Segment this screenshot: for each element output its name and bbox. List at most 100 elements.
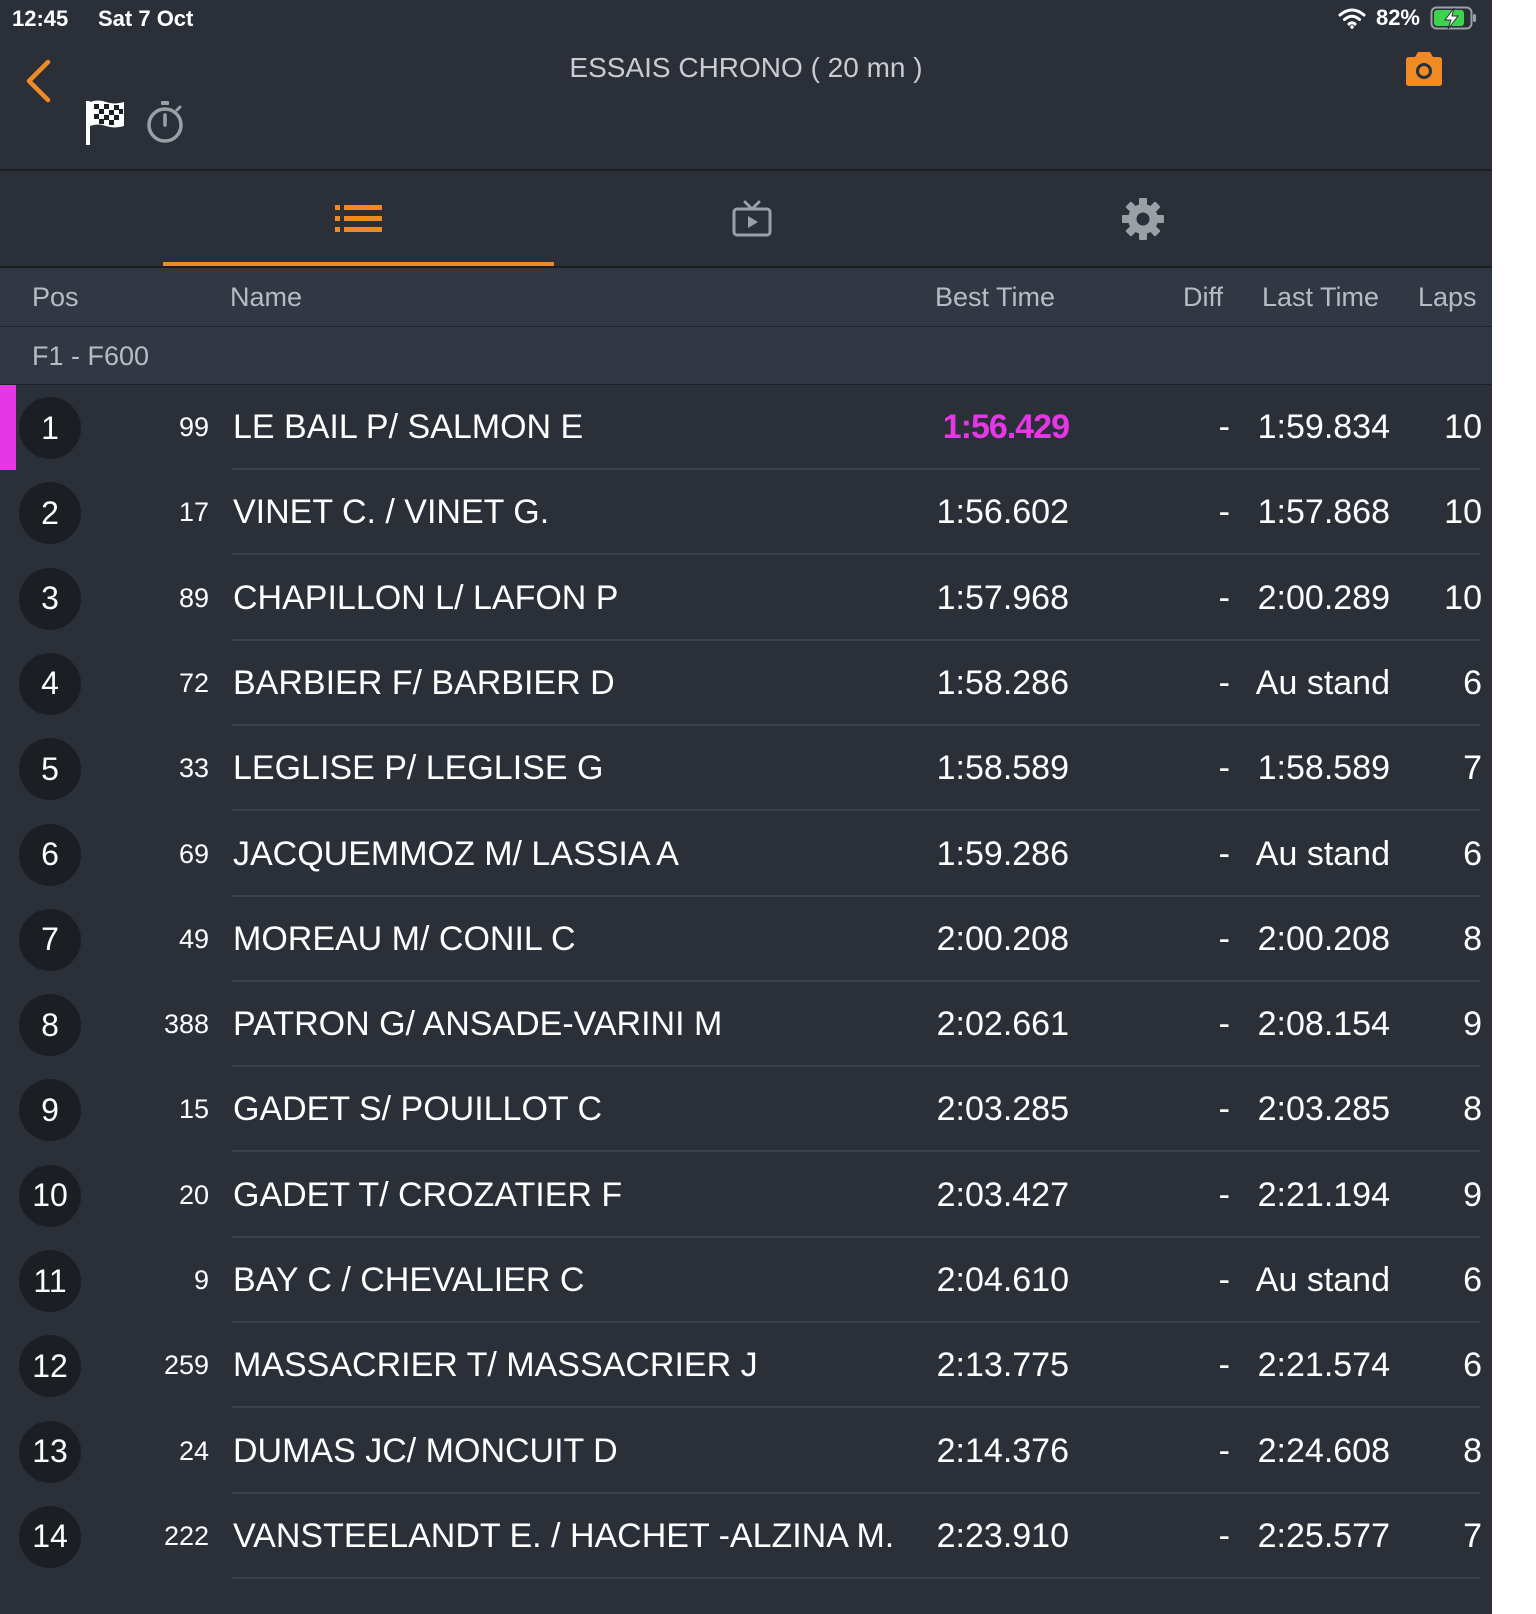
laps-count: 10 (1444, 578, 1482, 617)
tab-bar (0, 171, 1492, 267)
car-number: 89 (178, 582, 209, 613)
table-row[interactable]: 9 15 GADET S/ POUILLOT C 2:03.285-2:03.285 8 (0, 1067, 1492, 1153)
table-row[interactable]: 3 89 CHAPILLON L/ LAFON P 1:57.968 -2:00.289… (0, 556, 1492, 641)
column-pos[interactable]: Pos (32, 282, 79, 313)
status-indicators: 82% (1338, 5, 1478, 31)
driver-name: JACQUEMMOZ M/ LASSIA A (233, 834, 679, 873)
position-badge: 4 (19, 652, 81, 715)
laps-count: 6 (1463, 1346, 1482, 1385)
diff-value: - (1218, 1261, 1230, 1299)
table-row[interactable]: 6 69 JACQUEMMOZ M/ LASSIA A 1:59.286 - Au sta… (0, 812, 1492, 897)
diff-value: - (1218, 578, 1230, 617)
last-time: 1:57.868 (1257, 493, 1390, 532)
driver-name: CHAPILLON L/ LAFON P (233, 578, 619, 617)
car-number: 49 (178, 923, 209, 954)
driver-name: LE BAIL P/ SALMON E (233, 408, 584, 446)
best-time: 2:04.610 (936, 1261, 1069, 1299)
app-screen: 12:45 Sat 7 Oct 82% ESSAIS CHRONO ( 20 m… (0, 0, 1492, 1614)
diff-value: - (1218, 408, 1230, 446)
car-number: 17 (178, 497, 209, 528)
position-badge: 8 (19, 994, 81, 1057)
position-badge: 12 (19, 1335, 81, 1398)
position-badge: 9 (19, 1079, 81, 1142)
best-time: 2:23.910 (936, 1516, 1069, 1555)
category-label: F1 - F600 (32, 341, 150, 371)
driver-name: DUMAS JC/ MONCUIT D (233, 1431, 618, 1470)
camera-button[interactable] (1402, 50, 1446, 90)
tab-tv[interactable] (554, 171, 949, 267)
laps-count: 8 (1463, 919, 1482, 958)
driver-name: VINET C. / VINET G. (233, 493, 550, 532)
laps-count: 6 (1463, 663, 1482, 702)
diff-value: - (1218, 1175, 1230, 1214)
last-time: 2:24.608 (1257, 1431, 1390, 1470)
table-row[interactable]: 8 388 PATRON G/ ANSADE-VARINI M 2:02.661 -2:… (0, 982, 1492, 1068)
position-badge: 3 (19, 567, 81, 630)
column-last-time[interactable]: Last Time (1262, 282, 1379, 313)
car-number: 69 (178, 838, 209, 869)
stopwatch-icon[interactable] (144, 99, 186, 145)
table-row[interactable]: 5 33 LEGLISE P/ LEGLISE G 1:58.589-1:58.589… (0, 726, 1492, 812)
column-header-row: Pos Name Best Time Diff Last Time Laps (0, 268, 1492, 326)
table-row[interactable]: 14 222 VANSTEELANDT E. / HACHET -ALZINA M.… (0, 1494, 1492, 1579)
position-badge: 13 (19, 1420, 81, 1483)
status-date: Sat 7 Oct (98, 6, 194, 31)
table-row[interactable]: 11 9 BAY C / CHEVALIER C 2:04.610 - Au stand 6 (0, 1238, 1492, 1323)
table-row[interactable]: 1 99 LE BAIL P/ SALMON E 1:56.429 -1:59.834 1… (0, 385, 1492, 470)
tab-settings[interactable] (945, 171, 1340, 267)
driver-name: MASSACRIER T/ MASSACRIER J (233, 1346, 758, 1385)
driver-name: MOREAU M/ CONIL C (233, 919, 576, 958)
car-number: 222 (163, 1520, 209, 1551)
column-diff[interactable]: Diff (1183, 282, 1223, 313)
driver-name: LEGLISE P/ LEGLISE G (233, 749, 604, 788)
last-time: 2:03.285 (1257, 1090, 1390, 1129)
position-badge: 2 (19, 482, 81, 545)
column-name[interactable]: Name (230, 282, 302, 313)
table-row[interactable]: 10 20 GADET T/ CROZATIER F 2:03.427 -2:21.19… (0, 1153, 1492, 1238)
stopwatch-icon-graphic (147, 101, 183, 143)
position-badge: 11 (19, 1250, 81, 1312)
best-time: 2:13.775 (936, 1346, 1069, 1385)
column-best-time[interactable]: Best Time (935, 282, 1055, 313)
table-row[interactable]: 12 259 MASSACRIER T/ MASSACRIER J 2:13.775 -… (0, 1323, 1492, 1409)
last-time: 2:21.194 (1257, 1175, 1390, 1214)
diff-value: - (1218, 749, 1230, 788)
car-number: 24 (178, 1435, 209, 1466)
car-number: 259 (163, 1350, 209, 1381)
diff-value: - (1218, 919, 1230, 958)
car-number: 99 (178, 412, 209, 442)
tv-icon (732, 200, 771, 237)
laps-count: 8 (1463, 1431, 1482, 1470)
best-time: 1:58.589 (936, 749, 1069, 788)
car-number: 20 (178, 1179, 209, 1210)
laps-count: 10 (1444, 493, 1482, 532)
car-number: 33 (178, 753, 209, 784)
fastest-lap-marker (0, 385, 16, 470)
diff-value: - (1218, 1005, 1230, 1044)
laps-count: 7 (1463, 1516, 1482, 1555)
car-number: 388 (163, 1009, 209, 1040)
car-number: 72 (178, 667, 209, 698)
row-divider (232, 1576, 1480, 1579)
tab-results-list[interactable] (163, 171, 554, 267)
driver-name: VANSTEELANDT E. / HACHET -ALZINA M. (233, 1516, 895, 1555)
laps-count: 6 (1463, 834, 1482, 873)
table-row[interactable]: 2 17 VINET C. / VINET G. 1:56.602 -1:57.868 1… (0, 470, 1492, 556)
camera-icon (1406, 52, 1442, 86)
checkered-flag-icon-graphic (86, 100, 124, 145)
last-time: 2:00.208 (1257, 919, 1390, 958)
battery-charging-icon (1430, 6, 1476, 30)
diff-value: - (1218, 1516, 1230, 1555)
table-row[interactable]: 13 24 DUMAS JC/ MONCUIT D 2:14.376 -2:24.608… (0, 1409, 1492, 1494)
best-time: 1:57.968 (936, 578, 1069, 617)
table-row[interactable]: 7 49 MOREAU M/ CONIL C 2:00.208-2:00.208 8 (0, 897, 1492, 982)
column-laps[interactable]: Laps (1418, 282, 1477, 313)
laps-count: 7 (1463, 749, 1482, 788)
car-number: 15 (178, 1094, 209, 1125)
position-badge: 5 (19, 738, 81, 801)
table-row[interactable]: 4 72 BARBIER F/ BARBIER D 1:58.286 - Au stand… (0, 641, 1492, 726)
last-time: 1:58.589 (1257, 749, 1390, 788)
checkered-flag-icon[interactable] (84, 98, 128, 146)
session-title: ESSAIS CHRONO ( 20 mn ) (569, 52, 923, 83)
last-time: Au stand (1255, 1261, 1390, 1299)
